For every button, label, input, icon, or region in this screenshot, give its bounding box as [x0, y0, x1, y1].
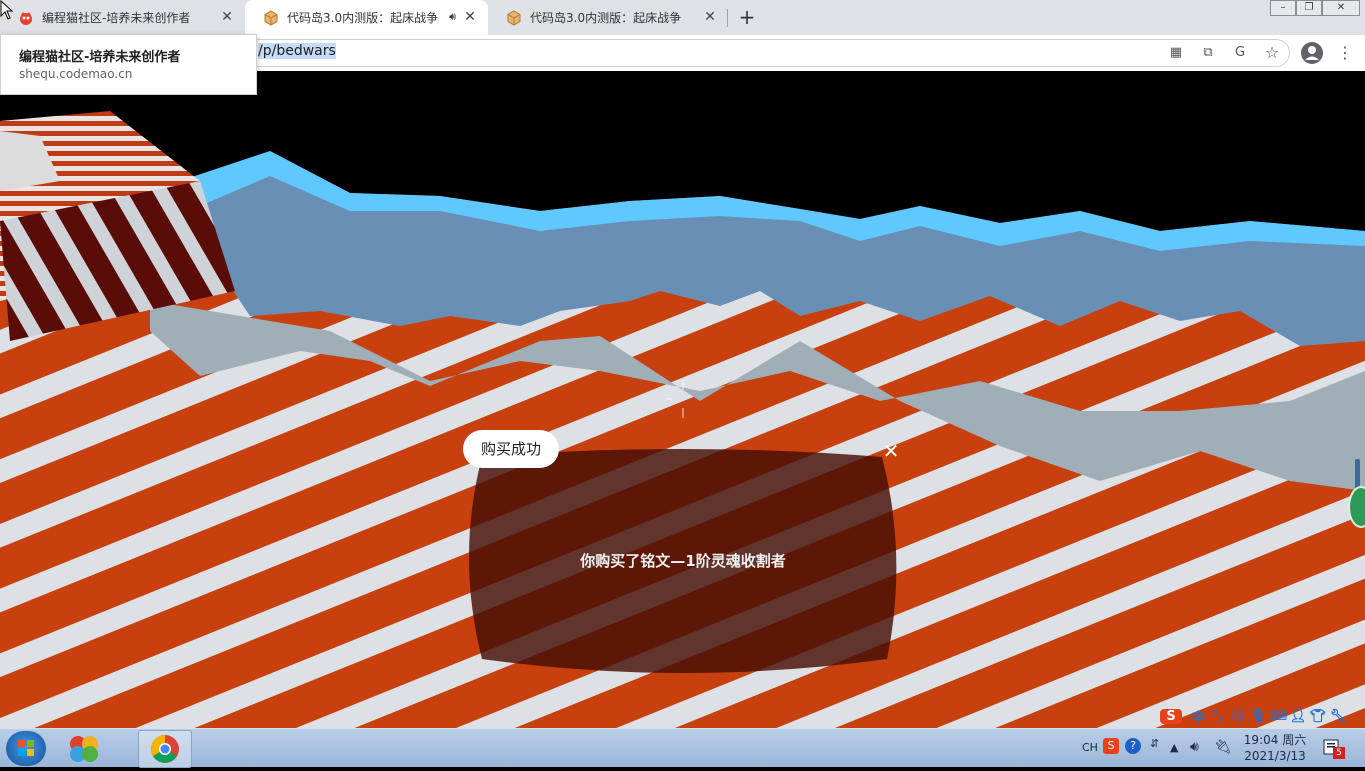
punctuation-icon[interactable]: °, [1208, 709, 1228, 724]
menu-more-icon[interactable]: ⋮ [1336, 44, 1354, 62]
toast-title: 购买成功 [463, 430, 559, 468]
open-external-icon[interactable]: ⧉ [1199, 44, 1217, 62]
windows-logo-icon [18, 740, 34, 756]
plus-icon: + [738, 5, 756, 29]
cube-favicon-icon [263, 9, 279, 26]
close-icon[interactable]: ✕ [462, 9, 478, 25]
network-icon[interactable]: ⇵ [1150, 737, 1159, 750]
tray-expand-icon[interactable]: ▲ [1170, 741, 1178, 754]
start-button[interactable] [6, 731, 46, 766]
dialog-message: 你购买了铭文—1阶灵魂收割者 [580, 552, 786, 570]
clock-time: 19:04 周六 [1243, 733, 1307, 747]
windows-taskbar: CH S ? ⇵ ▲ 🔊︎ 🔌︎ 19:04 周六 2021/3/13 5 [0, 728, 1365, 768]
game-canvas[interactable] [0, 71, 1365, 728]
system-clock[interactable]: 19:04 周六 2021/3/13 [1240, 732, 1310, 764]
speaker-icon[interactable]: 🔊︎ [449, 10, 456, 24]
mouse-cursor-icon [0, 0, 14, 20]
tab-codemao-community[interactable]: 编程猫社区-培养未来创作者 ✕ [0, 0, 245, 35]
crosshair-icon [665, 380, 684, 418]
cube-favicon-icon [506, 9, 522, 26]
app-balls-icon [70, 736, 98, 762]
tab-separator [727, 9, 728, 27]
close-icon[interactable]: ✕ [702, 9, 718, 25]
translate-icon[interactable]: G [1231, 44, 1249, 62]
lang-indicator[interactable]: CH [1082, 741, 1098, 754]
tab-bedwars[interactable]: 代码岛3.0内测版：起床战争 ✕ [488, 0, 728, 35]
codemao-favicon-icon [18, 10, 34, 26]
close-icon[interactable]: ✕ [880, 440, 902, 462]
close-window-button[interactable]: ✕ [1322, 0, 1360, 16]
notification-badge: 5 [1333, 747, 1345, 759]
sogou-icon[interactable]: S [1160, 708, 1182, 724]
ime-mode-label[interactable]: 中 [1188, 707, 1208, 726]
keyboard-icon[interactable]: ⌨ [1268, 709, 1288, 724]
profile-avatar-icon[interactable] [1300, 41, 1324, 65]
help-icon[interactable]: ? [1125, 738, 1141, 754]
new-tab-button[interactable]: + [736, 6, 758, 28]
restore-button[interactable]: ❐ [1296, 0, 1322, 16]
clock-date: 2021/3/13 [1244, 749, 1306, 763]
emoji-icon[interactable]: ☺ [1228, 709, 1248, 724]
tab-bedwars-active[interactable]: 代码岛3.0内测版：起床战争 🔊︎ ✕ [245, 0, 488, 35]
taskbar-app-launcher[interactable] [58, 730, 110, 766]
tab-bar: 编程猫社区-培养未来创作者 ✕ 代码岛3.0内测版：起床战争 🔊︎ ✕ 代码岛3… [0, 0, 1365, 35]
microphone-icon[interactable]: 🎙︎ [1248, 709, 1268, 724]
minimize-button[interactable]: – [1270, 0, 1296, 16]
taskbar-chrome[interactable] [138, 730, 192, 768]
qr-code-icon[interactable]: ▦ [1167, 44, 1185, 62]
bookmark-star-icon[interactable]: ☆ [1263, 44, 1281, 62]
url-selected-text: /p/bedwars [258, 43, 336, 59]
wrench-icon[interactable]: 🔧︎ [1328, 709, 1348, 724]
close-icon[interactable]: ✕ [219, 9, 235, 25]
tab-title: 编程猫社区-培养未来创作者 [42, 11, 191, 25]
url-text[interactable]: /p/bedwars [258, 43, 336, 59]
tab-title: 代码岛3.0内测版：起床战争 [530, 11, 682, 25]
tooltip-domain: shequ.codemao.cn [19, 67, 133, 81]
volume-icon[interactable]: 🔊︎ [1190, 739, 1199, 755]
ime-toolbar: S 中 °, ☺ 🎙︎ ⌨ 👤︎ 👕︎ 🔧︎ [1160, 704, 1365, 728]
skin-shirt-icon[interactable]: 👕︎ [1308, 709, 1328, 724]
sogou-tray-icon[interactable]: S [1103, 738, 1119, 754]
tab-title: 代码岛3.0内测版：起床战争 [287, 11, 439, 25]
user-icon[interactable]: 👤︎ [1288, 709, 1308, 724]
chrome-icon [151, 735, 179, 763]
tab-hover-tooltip: 编程猫社区-培养未来创作者 shequ.codemao.cn [0, 34, 257, 95]
power-icon[interactable]: 🔌︎ [1214, 739, 1232, 755]
notification-icon[interactable]: 5 [1322, 737, 1345, 759]
tooltip-title: 编程猫社区-培养未来创作者 [19, 50, 181, 65]
